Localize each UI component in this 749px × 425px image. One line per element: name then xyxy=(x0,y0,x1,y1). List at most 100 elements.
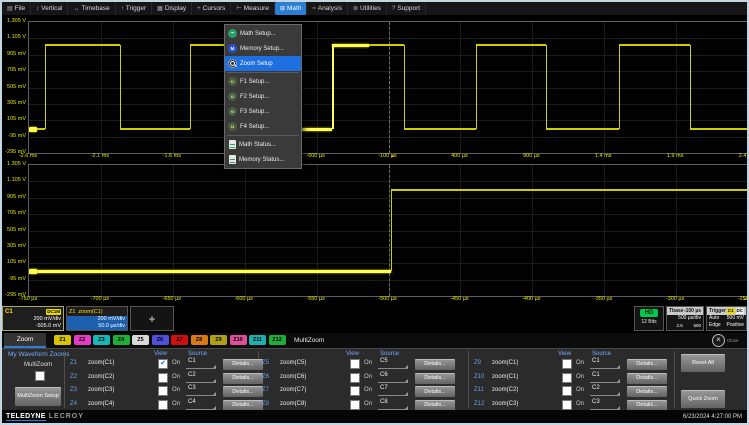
tab-z10[interactable]: Z10 xyxy=(230,335,247,345)
source-select-z12[interactable]: C3 xyxy=(590,399,620,410)
trigger-position-line xyxy=(389,22,390,153)
zoom-z1-descriptor[interactable]: Z1 zoom(C1) 200 mV/div 50.0 µs/div xyxy=(66,306,128,331)
details-button-z7[interactable]: Details... xyxy=(414,385,456,398)
menu-timebase[interactable]: ↔Timebase xyxy=(68,2,115,15)
menu-math[interactable]: ⊞Math xyxy=(275,2,307,15)
menu-cursors[interactable]: +Cursors xyxy=(192,2,231,15)
tab-zoom[interactable]: Zoom xyxy=(4,333,46,348)
view-on-checkbox-z7[interactable] xyxy=(350,386,360,396)
multizoom-checkbox[interactable] xyxy=(35,371,45,381)
menu-measure[interactable]: ⊢Measure xyxy=(231,2,275,15)
view-on-checkbox-z2[interactable] xyxy=(158,373,168,383)
tab-z6[interactable]: Z6 xyxy=(152,335,169,345)
view-on-checkbox-z12[interactable] xyxy=(562,400,572,410)
tab-z2[interactable]: Z2 xyxy=(74,335,91,345)
waveform-segment xyxy=(45,44,120,46)
brand-logo: TELEDYNE LECROY xyxy=(6,413,84,421)
view-on-checkbox-z11[interactable] xyxy=(562,386,572,396)
timebase-descriptor[interactable]: Tbase -100 µs 500 µs/div 2.5 MS 500 MS/s xyxy=(666,306,704,331)
details-button-z2[interactable]: Details... xyxy=(222,372,264,385)
tab-multizoom[interactable]: MultiZoom xyxy=(294,333,324,348)
source-select-z10[interactable]: C1 xyxy=(590,372,620,383)
zoom-row-z1: Z1zoom(C1)✔OnC1Details... xyxy=(68,358,266,371)
source-select-z6[interactable]: C6 xyxy=(378,372,408,383)
c1-offset: -505.0 mV xyxy=(5,323,61,330)
view-on-checkbox-z9[interactable] xyxy=(562,359,572,369)
tab-z3[interactable]: Z3 xyxy=(93,335,110,345)
view-on-checkbox-z8[interactable] xyxy=(350,400,360,410)
details-button-z10[interactable]: Details... xyxy=(626,372,668,385)
source-select-z8[interactable]: C8 xyxy=(378,399,408,410)
menu-item-zoom-setup[interactable]: Zoom Setup xyxy=(225,56,301,71)
view-on-checkbox-z4[interactable] xyxy=(158,400,168,410)
menu-item-math-setup[interactable]: ~Math Setup... xyxy=(225,26,301,41)
tab-z12[interactable]: Z12 xyxy=(269,335,286,345)
source-select-z9[interactable]: C1 xyxy=(590,358,620,369)
tab-z9[interactable]: Z9 xyxy=(210,335,227,345)
main-waveform-grid[interactable]: 1.305 V1.105 V905 mV705 mV505 mV305 mV10… xyxy=(0,21,749,162)
z1-vertical-scale: 200 mV/div xyxy=(69,316,125,323)
add-trace-button[interactable]: + xyxy=(130,306,174,331)
menu-item-math-status[interactable]: Math Status... xyxy=(225,137,301,152)
details-button-z11[interactable]: Details... xyxy=(626,385,668,398)
f4-setup-icon: f4 xyxy=(228,122,237,131)
menu-display[interactable]: ▦Display xyxy=(152,2,192,15)
menu-support[interactable]: ?Support xyxy=(387,2,426,15)
view-on-checkbox-z5[interactable] xyxy=(350,359,360,369)
source-select-z11[interactable]: C2 xyxy=(590,385,620,396)
close-icon[interactable]: × xyxy=(712,334,725,347)
menu-trigger[interactable]: ↑Trigger xyxy=(116,2,152,15)
source-select-z4[interactable]: C4 xyxy=(186,399,216,410)
zoom-id-z7: Z7 xyxy=(262,387,269,393)
zoom-function-z3: zoom(C3) xyxy=(88,387,114,393)
view-on-checkbox-z6[interactable] xyxy=(350,373,360,383)
details-button-z5[interactable]: Details... xyxy=(414,358,456,371)
tab-z4[interactable]: Z4 xyxy=(113,335,130,345)
menu-analysis[interactable]: ≈Analysis xyxy=(307,2,348,15)
menu-vertical[interactable]: ↕Vertical xyxy=(31,2,68,15)
reset-all-button[interactable]: Reset All xyxy=(680,353,726,373)
clock: 6/23/2024 4:27:00 PM xyxy=(683,414,742,420)
zoom-id-z8: Z8 xyxy=(262,401,269,407)
tab-z7[interactable]: Z7 xyxy=(171,335,188,345)
multizoom-label: MultiZoom xyxy=(14,362,62,368)
source-select-z1[interactable]: C1 xyxy=(186,358,216,369)
view-on-checkbox-z3[interactable] xyxy=(158,386,168,396)
menu-item-f3-setup[interactable]: f3F3 Setup... xyxy=(225,104,301,119)
tab-z8[interactable]: Z8 xyxy=(191,335,208,345)
quick-zoom-button[interactable]: Quick Zoom xyxy=(680,389,726,409)
details-button-z1[interactable]: Details... xyxy=(222,358,264,371)
tab-z5[interactable]: Z5 xyxy=(132,335,149,345)
menu-separator xyxy=(227,135,299,136)
details-button-z6[interactable]: Details... xyxy=(414,372,456,385)
source-select-z2[interactable]: C2 xyxy=(186,372,216,383)
menu-label-cursors: Cursors xyxy=(203,5,226,12)
menu-item-f4-setup[interactable]: f4F4 Setup... xyxy=(225,119,301,134)
menu-separator xyxy=(227,72,299,73)
multizoom-setup-button[interactable]: MultiZoom Setup xyxy=(14,386,62,407)
zoom-waveform-grid[interactable]: 1.305 V1.105 V905 mV705 mV505 mV305 mV10… xyxy=(0,164,749,305)
details-button-z3[interactable]: Details... xyxy=(222,385,264,398)
trigger-descriptor[interactable]: Trigger C1 DC Auto 500 mV Edge Positive xyxy=(706,306,747,331)
details-button-z9[interactable]: Details... xyxy=(626,358,668,371)
menu-item-f2-setup[interactable]: f2F2 Setup... xyxy=(225,89,301,104)
waveform-edge xyxy=(45,45,46,129)
source-select-z5[interactable]: C5 xyxy=(378,358,408,369)
zoom-grid-plot-area[interactable] xyxy=(28,164,749,297)
menu-file[interactable]: ▤File xyxy=(2,2,31,15)
menu-utilities[interactable]: ⊛Utilities xyxy=(348,2,387,15)
menu-item-f1-setup[interactable]: f1F1 Setup... xyxy=(225,74,301,89)
view-on-checkbox-z10[interactable] xyxy=(562,373,572,383)
hd-mode-indicator[interactable]: HD 12 Bits xyxy=(634,306,664,331)
source-select-z3[interactable]: C3 xyxy=(186,385,216,396)
view-on-checkbox-z1[interactable]: ✔ xyxy=(158,359,168,369)
dialog-close[interactable]: × Close xyxy=(712,334,739,347)
top-grid-plot-area[interactable] xyxy=(28,21,749,154)
source-select-z7[interactable]: C7 xyxy=(378,385,408,396)
menu-item-memory-setup[interactable]: MMemory Setup... xyxy=(225,41,301,56)
menu-item-memory-status[interactable]: Memory Status... xyxy=(225,152,301,167)
channel-c1-descriptor[interactable]: C1 DC1M 200 mV/div -505.0 mV xyxy=(2,306,64,331)
trigger-label: Trigger xyxy=(709,308,726,314)
tab-z1[interactable]: Z1 xyxy=(54,335,71,345)
tab-z11[interactable]: Z11 xyxy=(249,335,266,345)
